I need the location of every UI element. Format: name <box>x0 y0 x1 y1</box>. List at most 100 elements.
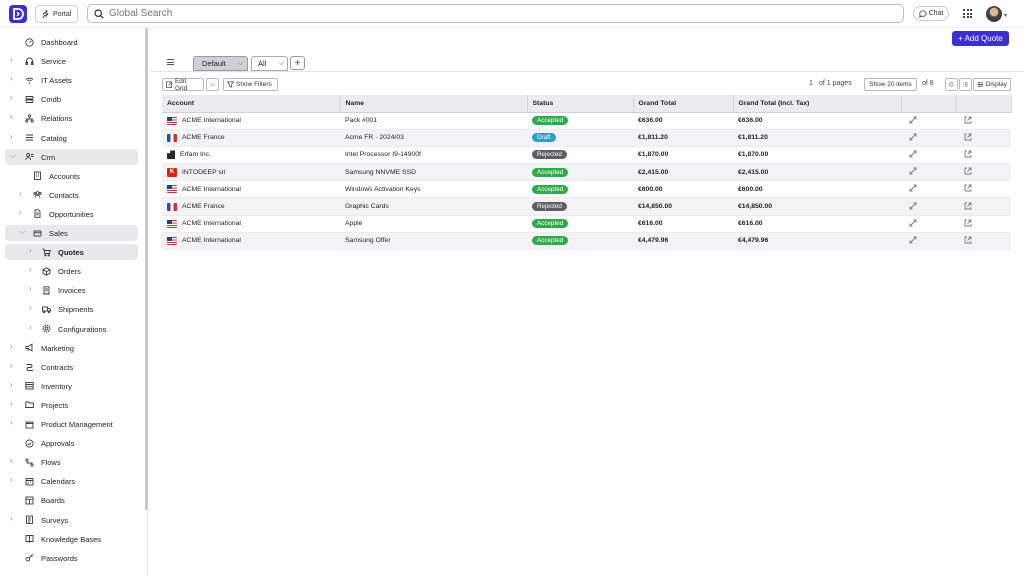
sidebar-item-contacts[interactable]: › Contacts <box>5 187 138 203</box>
chevron-right-icon[interactable]: › <box>29 247 32 255</box>
account-name[interactable]: ACME International <box>182 186 241 193</box>
sidebar-item-projects[interactable]: › Projects <box>5 397 138 413</box>
edit-grid-button[interactable]: Edit Grid <box>162 78 204 92</box>
expand-icon[interactable] <box>909 150 917 160</box>
chevron-right-icon[interactable]: › <box>29 323 32 332</box>
chevron-right-icon[interactable]: › <box>10 342 13 351</box>
table-row[interactable]: ACME France Graphic Cards Rejected €14,850.… <box>162 197 1011 216</box>
sidebar-item-contracts[interactable]: › Contracts <box>5 359 138 375</box>
menu-icon[interactable] <box>167 59 174 65</box>
cell-name[interactable]: Samsung Offer <box>340 232 527 251</box>
search-input[interactable] <box>109 8 809 19</box>
sidebar-item-it-assets[interactable]: › IT Assets <box>5 72 138 88</box>
cell-account[interactable]: ACME International <box>162 215 340 233</box>
external-link-icon[interactable] <box>964 236 972 246</box>
portal-button[interactable]: Portal <box>35 5 78 23</box>
table-row[interactable]: ACME France Acme FR - 2024/03 Draft €1,811.… <box>162 129 1011 147</box>
cell-account[interactable]: K INTODEEP srl <box>162 163 340 182</box>
cell-account[interactable]: ACME International <box>162 232 340 251</box>
external-link-icon[interactable] <box>964 219 972 229</box>
add-view-button[interactable]: + <box>290 56 305 70</box>
table-row[interactable]: Erfam Inc. Intel Processor I9-14900f Rejec… <box>162 146 1011 165</box>
page-number[interactable]: 1 <box>809 80 813 87</box>
external-link-icon[interactable] <box>964 150 972 160</box>
account-name[interactable]: ACME International <box>182 237 241 244</box>
show-filters-button[interactable]: Show Filters <box>223 78 278 91</box>
cell-name[interactable]: Pack #001 <box>340 112 527 130</box>
sidebar-item-opportunities[interactable]: › Opportunities <box>5 206 138 222</box>
table-row[interactable]: ACME International Pack #001 Accepted €636.… <box>162 112 1011 130</box>
chevron-down-icon[interactable]: ⌵ <box>10 151 16 160</box>
grid-options-dropdown[interactable]: ⌵ <box>206 78 219 91</box>
sidebar-item-relations[interactable]: › Relations <box>5 110 138 126</box>
cell-name[interactable]: Samsung NNVME SSD <box>340 163 527 182</box>
sidebar-item-marketing[interactable]: › Marketing <box>5 340 138 356</box>
cell-name[interactable]: Intel Processor I9-14900f <box>340 146 527 165</box>
sidebar-item-calendars[interactable]: › Calendars <box>5 473 138 489</box>
cell-account[interactable]: Erfam Inc. <box>162 146 340 165</box>
account-name[interactable]: ACME International <box>182 117 241 124</box>
view-select-default[interactable]: Default ⌵ <box>193 56 248 71</box>
account-name[interactable]: ACME France <box>182 203 225 210</box>
external-link-icon[interactable] <box>964 133 972 143</box>
cell-name[interactable]: Apple <box>340 215 527 233</box>
expand-icon[interactable] <box>909 116 917 126</box>
sidebar-item-inventory[interactable]: › Inventory <box>5 378 138 394</box>
sidebar-item-accounts[interactable]: Accounts <box>5 168 138 184</box>
column-header-grand-total-tax[interactable]: Grand Total (Incl. Tax) <box>733 95 902 113</box>
cell-account[interactable]: ACME France <box>162 129 340 147</box>
sidebar-item-knowledge-bases[interactable]: Knowledge Bases <box>5 531 138 547</box>
expand-icon[interactable] <box>909 202 917 212</box>
expand-icon[interactable] <box>909 236 917 246</box>
chevron-right-icon[interactable]: › <box>10 419 13 427</box>
add-quote-button[interactable]: + Add Quote <box>952 31 1009 46</box>
column-header-account[interactable]: Account <box>162 95 341 113</box>
expand-icon[interactable] <box>909 219 917 229</box>
sidebar-item-approvals[interactable]: Approvals <box>5 435 138 451</box>
sidebar-item-invoices[interactable]: › Invoices <box>5 282 138 298</box>
sidebar-item-surveys[interactable]: › Surveys <box>5 512 138 528</box>
chevron-right-icon[interactable]: › <box>10 514 13 523</box>
external-link-icon[interactable] <box>964 184 972 194</box>
chevron-right-icon[interactable]: › <box>19 208 22 217</box>
chevron-right-icon[interactable]: › <box>10 361 13 370</box>
sidebar-item-orders[interactable]: › Orders <box>5 263 138 279</box>
account-name[interactable]: INTODEEP srl <box>182 169 226 176</box>
list-settings-button[interactable] <box>959 78 972 91</box>
expand-icon[interactable] <box>909 167 917 177</box>
external-link-icon[interactable] <box>964 167 972 177</box>
account-name[interactable]: ACME France <box>182 134 225 141</box>
sidebar-item-sales[interactable]: ⌵ Sales <box>5 225 138 241</box>
chevron-right-icon[interactable]: › <box>10 380 13 389</box>
sidebar-item-flows[interactable]: › Flows <box>5 454 138 470</box>
global-search[interactable] <box>87 4 904 23</box>
sidebar-item-service[interactable]: › Service <box>5 53 138 69</box>
cell-account[interactable]: ACME International <box>162 112 340 130</box>
cell-account[interactable]: ACME International <box>162 180 340 199</box>
view-filter-all[interactable]: All ⌵ <box>251 56 288 71</box>
external-link-icon[interactable] <box>964 202 972 212</box>
refresh-button[interactable] <box>945 78 958 91</box>
chevron-right-icon[interactable]: › <box>10 132 13 141</box>
cell-account[interactable]: ACME France <box>162 197 340 216</box>
sidebar-item-passwords[interactable]: Passwords <box>5 550 138 566</box>
column-header-status[interactable]: Status <box>527 95 634 113</box>
table-row[interactable]: K INTODEEP srl Samsung NNVME SSD Accepted €2… <box>162 163 1011 182</box>
account-name[interactable]: ACME International <box>182 220 241 227</box>
sidebar-item-shipments[interactable]: › Shipments <box>5 301 138 317</box>
table-row[interactable]: ACME International Samsung Offer Accepted €… <box>162 232 1011 251</box>
sidebar-item-quotes[interactable]: › Quotes <box>5 244 138 261</box>
sidebar-item-dashboard[interactable]: Dashboard <box>5 34 138 50</box>
cell-name[interactable]: Acme FR - 2024/03 <box>340 129 527 147</box>
chevron-right-icon[interactable]: › <box>10 113 13 121</box>
chevron-right-icon[interactable]: › <box>10 94 13 102</box>
sidebar-item-catalog[interactable]: › Catalog <box>5 130 138 146</box>
app-logo[interactable] <box>9 5 27 23</box>
cell-name[interactable]: Windows Activation Keys <box>340 180 527 199</box>
external-link-icon[interactable] <box>964 116 972 126</box>
avatar[interactable] <box>986 6 1002 22</box>
chat-button[interactable]: Chat <box>913 6 949 21</box>
sidebar-item-product-management[interactable]: › Product Management <box>5 416 138 432</box>
sidebar-item-cmdb[interactable]: › Cmdb <box>5 91 138 107</box>
chevron-right-icon[interactable]: › <box>10 75 13 83</box>
